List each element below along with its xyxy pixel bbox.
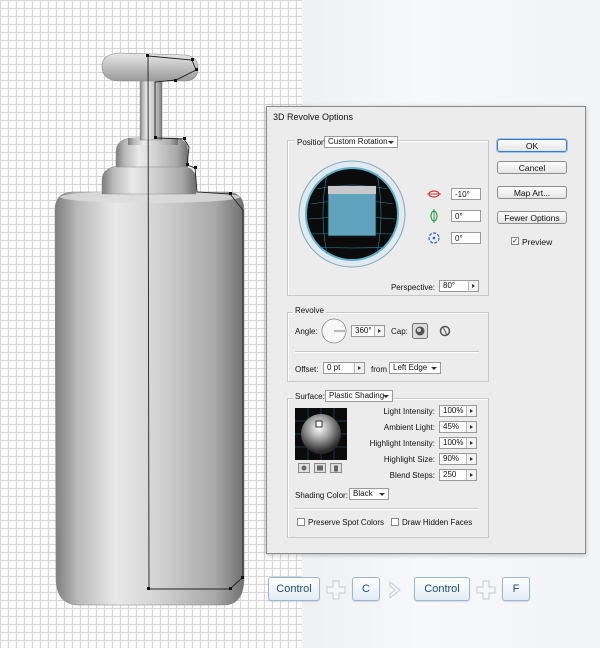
track-cube-sphere[interactable] (297, 159, 407, 269)
surface-dropdown-value: Plastic Shading (329, 391, 385, 400)
light-intensity-label: Light Intensity: (383, 407, 435, 416)
z-rotation-field[interactable]: 0° (451, 232, 481, 244)
dialog-title: 3D Revolve Options (273, 112, 354, 122)
shading-color-dropdown[interactable]: Black (349, 488, 389, 500)
position-dropdown[interactable]: Custom Rotation (324, 136, 398, 148)
x-axis-rotation-icon (427, 190, 441, 198)
preview-checkbox[interactable]: ✓ (511, 237, 519, 245)
arrow-right-icon (374, 326, 384, 336)
lighting-sphere[interactable] (295, 408, 347, 460)
perspective-spinner[interactable]: 80° (439, 280, 479, 292)
offset-value: 0 pt (327, 363, 341, 372)
cap-label: Cap: (391, 327, 408, 336)
ambient-light-label: Ambient Light: (383, 423, 435, 432)
shortcut-key-control-1: Control (268, 577, 320, 601)
arrow-right-icon (466, 454, 476, 464)
plus-icon (326, 580, 346, 600)
arrow-right-icon (466, 470, 476, 480)
highlight-size-value: 90% (443, 454, 460, 463)
angle-dial[interactable] (321, 318, 347, 344)
y-axis-rotation-icon (430, 209, 438, 223)
highlight-intensity-label: Highlight Intensity: (369, 439, 435, 448)
chevron-down-icon (383, 395, 389, 398)
blend-steps-spinner[interactable]: 250 (439, 469, 477, 481)
ok-button[interactable]: OK (497, 139, 567, 152)
highlight-intensity-spinner[interactable]: 100% (439, 437, 477, 449)
from-label: from (371, 365, 387, 374)
chevron-right-icon (389, 580, 401, 600)
cancel-button[interactable]: Cancel (497, 161, 567, 174)
arrow-right-icon (466, 406, 476, 416)
map-art-button[interactable]: Map Art... (497, 186, 567, 199)
arrow-right-icon (354, 363, 364, 373)
new-light-icon[interactable] (314, 463, 326, 473)
cap-off-icon[interactable] (437, 323, 453, 339)
cap-on-icon[interactable] (412, 323, 428, 339)
preserve-spot-colors-label: Preserve Spot Colors (308, 518, 385, 527)
ambient-light-spinner[interactable]: 45% (439, 421, 477, 433)
draw-hidden-faces-label: Draw Hidden Faces (402, 518, 473, 527)
bottle-artwork (54, 52, 245, 606)
delete-light-icon[interactable] (330, 463, 342, 473)
revolve-options-dialog: 3D Revolve Options Position: Custom Rota… (266, 106, 586, 554)
preserve-spot-colors-checkbox[interactable] (297, 518, 305, 526)
surface-label: Surface: (293, 392, 327, 401)
from-dropdown[interactable]: Left Edge (389, 362, 441, 374)
chevron-down-icon (431, 367, 437, 370)
preview-label: Preview (522, 237, 553, 247)
arrow-right-icon (466, 422, 476, 432)
highlight-size-label: Highlight Size: (383, 455, 435, 464)
move-light-back-icon[interactable] (298, 463, 310, 473)
revolve-separator (295, 351, 479, 353)
shading-color-value: Black (353, 489, 373, 498)
arrow-right-icon (468, 281, 478, 291)
highlight-intensity-value: 100% (443, 438, 464, 447)
z-axis-rotation-icon (428, 232, 440, 244)
offset-label: Offset: (295, 365, 319, 374)
fewer-options-button[interactable]: Fewer Options (497, 211, 567, 224)
highlight-size-spinner[interactable]: 90% (439, 453, 477, 465)
offset-spinner[interactable]: 0 pt (323, 362, 365, 374)
surface-separator (295, 508, 479, 510)
draw-hidden-faces-checkbox[interactable] (391, 518, 399, 526)
shortcut-key-f: F (502, 577, 530, 601)
blend-steps-label: Blend Steps: (389, 471, 435, 480)
shortcut-key-control-2: Control (414, 577, 470, 601)
perspective-label: Perspective: (390, 283, 435, 292)
ambient-light-value: 45% (443, 422, 460, 431)
from-dropdown-value: Left Edge (393, 363, 428, 372)
chevron-down-icon (379, 493, 385, 496)
light-intensity-value: 100% (443, 406, 464, 415)
y-rotation-field[interactable]: 0° (451, 210, 481, 222)
shading-color-label: Shading Color: (295, 491, 348, 500)
angle-spinner[interactable]: 360° (351, 325, 385, 337)
arrow-right-icon (466, 438, 476, 448)
position-dropdown-value: Custom Rotation (328, 137, 388, 146)
plus-icon (476, 580, 496, 600)
angle-value: 360° (355, 326, 372, 335)
blend-steps-value: 250 (443, 470, 457, 479)
chevron-down-icon (388, 141, 394, 144)
angle-label: Angle: (295, 327, 318, 336)
perspective-value: 80° (443, 281, 456, 290)
light-intensity-spinner[interactable]: 100% (439, 405, 477, 417)
x-rotation-field[interactable]: -10° (451, 188, 481, 200)
revolve-legend: Revolve (293, 306, 326, 315)
shortcut-key-c: C (352, 577, 380, 601)
surface-dropdown[interactable]: Plastic Shading (325, 390, 393, 402)
